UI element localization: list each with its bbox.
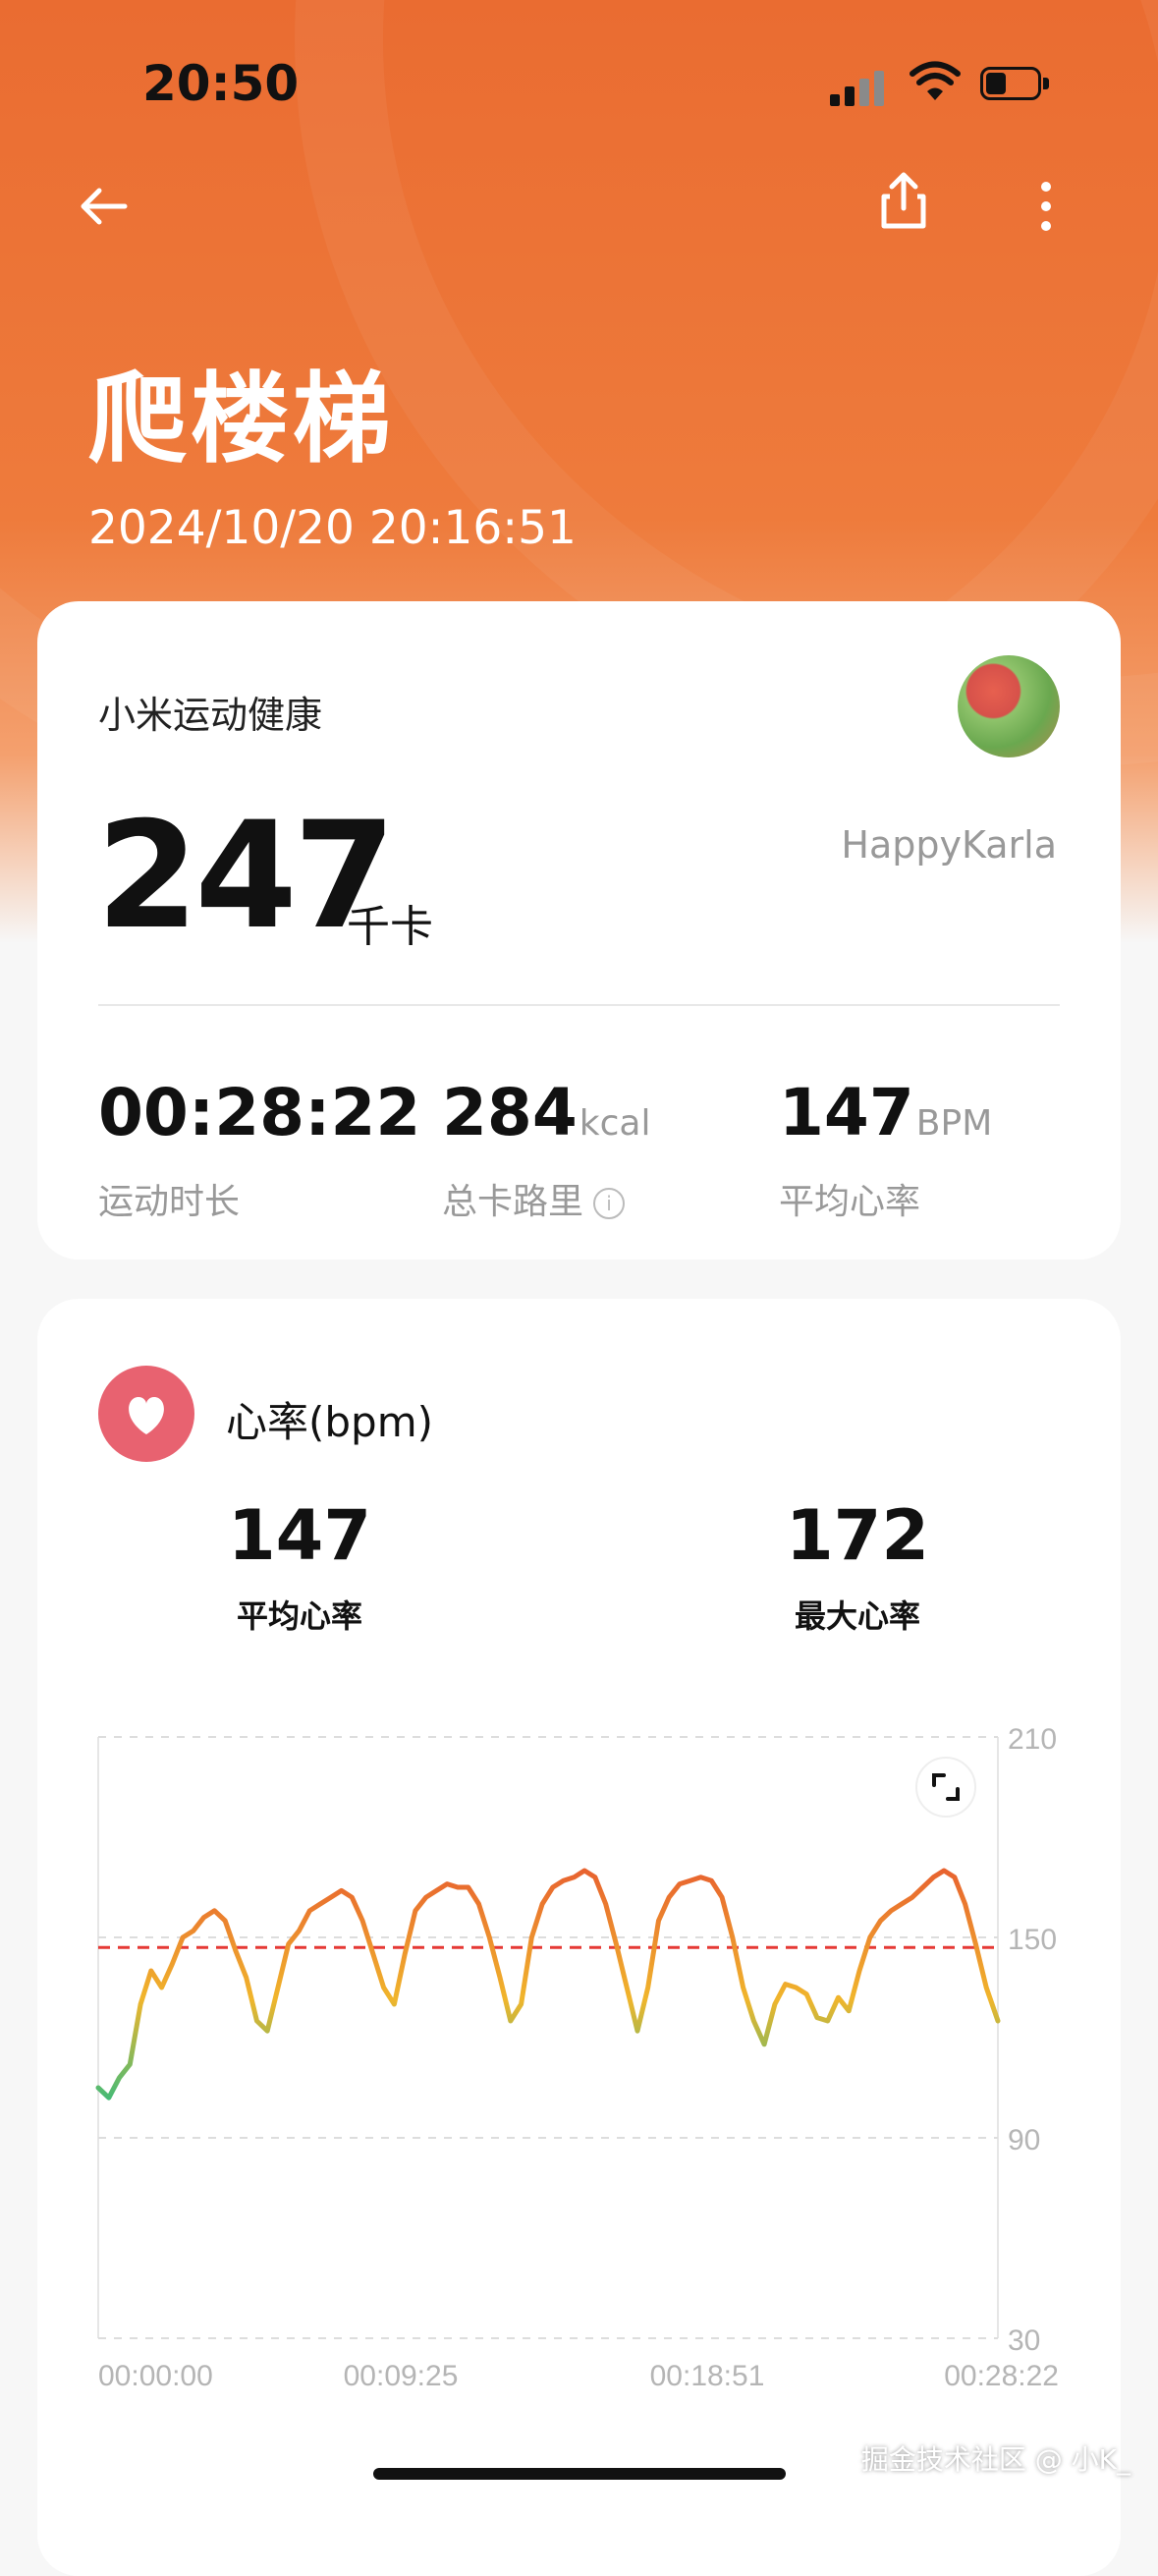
x-tick-label: 00:18:51 [650,2360,765,2392]
y-tick-label: 210 [1008,1723,1057,1756]
stat-avg-heart-rate: 147BPM 平均心率 [779,1081,992,1224]
app-name: 小米运动健康 [98,694,323,737]
stat-total-calories: 284kcal 总卡路里 i [442,1081,650,1224]
y-tick-label: 90 [1008,2124,1040,2156]
battery-icon [980,67,1051,102]
y-tick-label: 150 [1008,1924,1057,1956]
username: HappyKarla [841,823,1057,867]
stat-duration: 00:28:22 运动时长 [98,1081,420,1224]
info-icon[interactable]: i [593,1188,626,1219]
more-options-icon[interactable] [1026,177,1066,236]
expand-button[interactable] [915,1757,976,1818]
x-tick-label: 00:00:00 [98,2360,213,2392]
status-time: 20:50 [142,55,300,112]
workout-title: 爬楼梯 [88,362,395,476]
stat-value: 147 [779,1075,914,1150]
share-icon[interactable] [874,169,933,232]
stat-label: 运动时长 [98,1182,241,1222]
back-arrow-icon[interactable] [74,177,133,236]
stat-label: 总卡路里 [442,1182,584,1222]
stat-value: 284 [442,1075,578,1150]
summary-card: 小米运动健康 HappyKarla 247 千卡 00:28:22 运动时长 2… [37,601,1121,1260]
heart-rate-chart: 210 150 90 30 00:00:00 00:09:25 00:18:51 00:28:… [95,1723,1059,2392]
avatar[interactable] [958,655,1060,757]
stat-value: 00:28:22 [98,1075,421,1150]
x-tick-label: 00:09:25 [344,2360,459,2392]
stat-unit: BPM [915,1103,993,1144]
y-tick-label: 30 [1008,2324,1040,2357]
watermark: 掘金技术社区 @ 小K_ [860,2443,1130,2476]
cellular-signal-icon [830,67,889,106]
status-bar: 20:50 [0,0,1158,167]
workout-datetime: 2024/10/20 20:16:51 [88,501,577,555]
home-indicator[interactable] [373,2468,786,2480]
stat-label: 平均心率 [779,1182,921,1222]
calories-unit: 千卡 [347,902,433,952]
divider [98,1004,1060,1006]
heart-rate-line [95,1868,1001,2100]
wifi-icon [910,61,961,100]
heart-rate-card: 心率(bpm) 147 平均心率 172 最大心率 210 150 90 30 00:0… [37,1299,1121,2576]
x-tick-label: 00:28:22 [944,2360,1059,2392]
stat-unit: kcal [579,1103,651,1144]
